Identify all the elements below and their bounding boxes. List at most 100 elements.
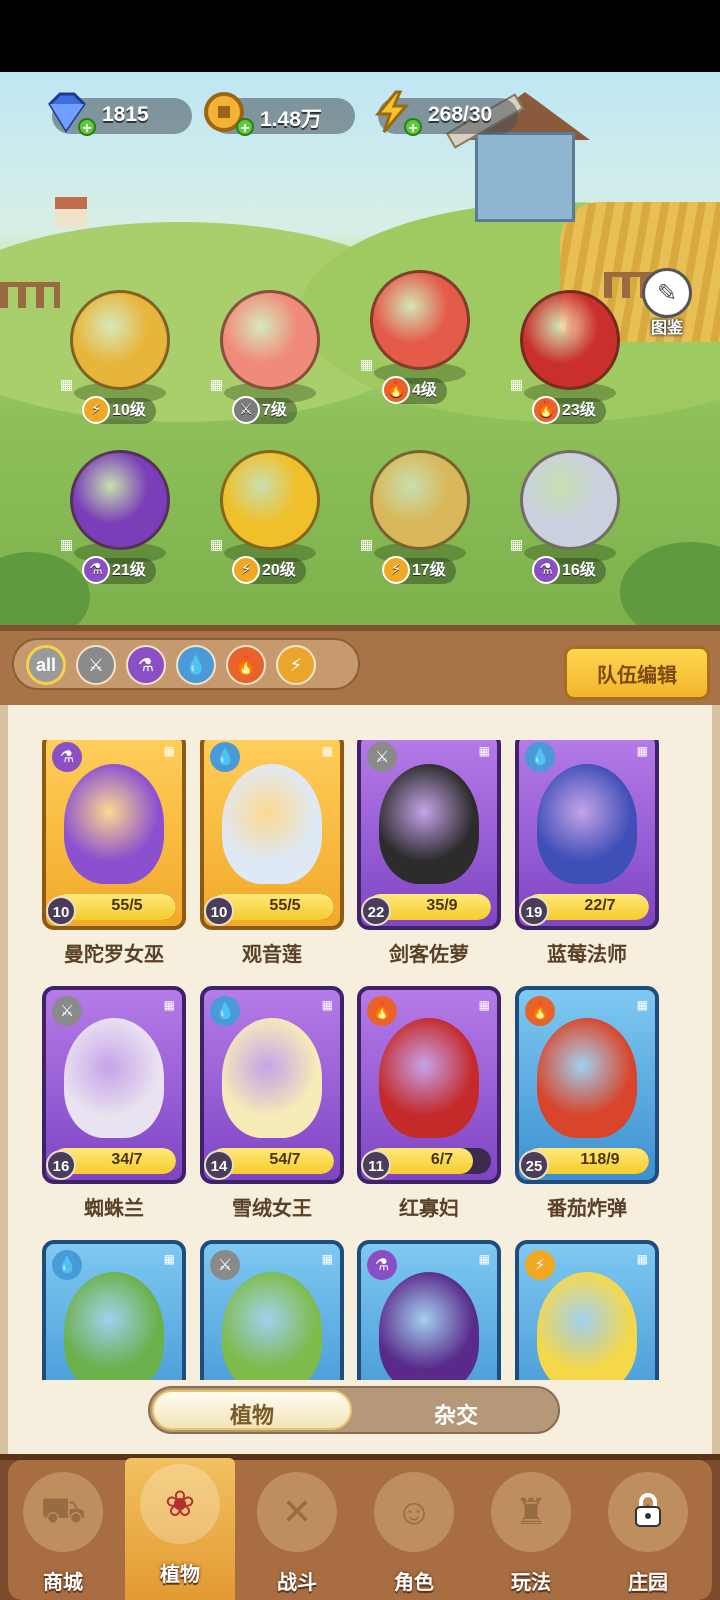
nav-plant[interactable]: ❀ 植物 bbox=[125, 1458, 235, 1600]
plant-card[interactable]: ⚗ ▦ 55/5 10 曼陀罗女巫 bbox=[42, 740, 186, 966]
card-frame: 💧 ▦ bbox=[42, 1240, 186, 1380]
card-level: 19 bbox=[519, 896, 549, 926]
water-icon: 💧 bbox=[52, 1250, 82, 1280]
add-energy-icon[interactable]: + bbox=[404, 118, 422, 137]
team-level-tag: 🔥 4级 bbox=[382, 376, 447, 404]
team-level-tag: ⚡ 17级 bbox=[382, 556, 456, 584]
grid-icon: ▦ bbox=[360, 536, 374, 552]
energy-value: 268/30 bbox=[428, 103, 493, 126]
water-drop-icon[interactable]: 💧 bbox=[176, 645, 216, 685]
grid-icon: ▦ bbox=[636, 744, 648, 758]
plant-card[interactable]: 🔥 ▦ 6/7 11 红寡妇 bbox=[357, 986, 501, 1220]
nav-label: 植物 bbox=[160, 1564, 200, 1586]
team-plant[interactable] bbox=[370, 270, 470, 370]
grid-icon: ▦ bbox=[321, 1252, 333, 1266]
plant-card-grid[interactable]: ⚗ ▦ 55/5 10 曼陀罗女巫 💧 ▦ 55/5 10 观音莲 ⚔ ▦ 35/9 22 剑客佐萝 💧 ▦ 22… bbox=[0, 740, 720, 1380]
plant-portrait bbox=[379, 1018, 479, 1138]
plant-hybrid-toggle[interactable]: 植物 杂交 bbox=[148, 1386, 560, 1434]
fire-icon: 🔥 bbox=[525, 996, 555, 1026]
nav-manor[interactable]: ⌂庄园 bbox=[593, 1466, 703, 1600]
card-name: 蓝莓法师 bbox=[547, 944, 627, 966]
sword-icon[interactable]: ⚔ bbox=[76, 645, 116, 685]
filter-all[interactable]: all bbox=[26, 645, 66, 685]
add-coin-icon[interactable]: + bbox=[236, 118, 254, 137]
plant-card[interactable]: ⚔ ▦ 34/7 16 蜘蛛兰 bbox=[42, 986, 186, 1220]
battle-icon: ✕ bbox=[257, 1472, 337, 1552]
team-plant[interactable] bbox=[520, 450, 620, 550]
nav-label: 商城 bbox=[43, 1572, 83, 1594]
card-level: 25 bbox=[519, 1150, 549, 1180]
nav-character[interactable]: ☺ 角色 bbox=[359, 1466, 469, 1600]
plant-card[interactable]: ⚔ ▦ 35/9 22 剑客佐萝 bbox=[357, 740, 501, 966]
book-icon: ✎ bbox=[642, 268, 692, 318]
coin-counter[interactable]: + 1.48万 bbox=[204, 92, 355, 137]
gem-counter[interactable]: + 1815 bbox=[48, 92, 192, 137]
team-edit-button[interactable]: 队伍编辑 bbox=[564, 646, 710, 700]
team-slot[interactable]: ▦ ⚗ 16级 bbox=[510, 450, 630, 590]
grid-icon: ▦ bbox=[60, 376, 74, 392]
toggle-hybrid-label[interactable]: 杂交 bbox=[356, 1398, 556, 1430]
card-name: 雪绒女王 bbox=[232, 1198, 312, 1220]
toggle-plant-label[interactable]: 植物 bbox=[152, 1398, 352, 1430]
team-slot[interactable]: ▦ ⚡ 20级 bbox=[210, 450, 330, 590]
codex-button[interactable]: ✎ 图鉴 bbox=[636, 268, 698, 338]
team-level-tag: ⚗ 21级 bbox=[82, 556, 156, 584]
status-bar bbox=[0, 0, 720, 72]
plant-card[interactable]: 🔥 ▦ 118/9 25 番茄炸弹 bbox=[515, 986, 659, 1220]
team-slot[interactable]: ▦ ⚗ 21级 bbox=[60, 450, 180, 590]
team-level: 10级 bbox=[112, 402, 146, 419]
team-slot[interactable]: ▦ ⚔ 7级 bbox=[210, 290, 330, 430]
team-plant[interactable] bbox=[220, 290, 320, 390]
team-plant[interactable] bbox=[70, 450, 170, 550]
nav-battle[interactable]: ✕ 战斗 bbox=[242, 1466, 352, 1600]
grid-icon: ▦ bbox=[163, 1252, 175, 1266]
card-level: 16 bbox=[46, 1150, 76, 1180]
fire-icon: 🔥 bbox=[367, 996, 397, 1026]
plant-card[interactable]: 💧 ▦ 54/7 14 雪绒女王 bbox=[200, 986, 344, 1220]
plant-card[interactable]: ⚡ ▦ bbox=[515, 1240, 659, 1380]
fire-icon[interactable]: 🔥 bbox=[226, 645, 266, 685]
team-plant[interactable] bbox=[520, 290, 620, 390]
grid-icon: ▦ bbox=[510, 536, 524, 552]
character-icon: ☺ bbox=[374, 1472, 454, 1552]
team-level: 23级 bbox=[562, 402, 596, 419]
team-plant[interactable] bbox=[70, 290, 170, 390]
plant-portrait bbox=[379, 764, 479, 884]
team-plant[interactable] bbox=[370, 450, 470, 550]
poison-icon: ⚗ bbox=[52, 742, 82, 772]
team-slot[interactable]: ▦ ⚡ 10级 bbox=[60, 290, 180, 430]
lightning-icon[interactable]: ⚡ bbox=[276, 645, 316, 685]
plant-card[interactable]: ⚔ ▦ bbox=[200, 1240, 344, 1380]
card-level: 10 bbox=[204, 896, 234, 926]
gem-value: 1815 bbox=[102, 103, 149, 126]
plant-card[interactable]: 💧 ▦ bbox=[42, 1240, 186, 1380]
team-level: 4级 bbox=[412, 382, 437, 399]
card-frame: ⚔ ▦ bbox=[200, 1240, 344, 1380]
plant-portrait bbox=[537, 1018, 637, 1138]
team-slot[interactable]: ▦ ⚡ 17级 bbox=[360, 450, 480, 590]
card-level: 11 bbox=[361, 1150, 391, 1180]
energy-counter[interactable]: + 268/30 bbox=[374, 90, 518, 137]
add-gem-icon[interactable]: + bbox=[78, 118, 96, 137]
plant-portrait bbox=[64, 764, 164, 884]
plant-card[interactable]: 💧 ▦ 22/7 19 蓝莓法师 bbox=[515, 740, 659, 966]
distant-house bbox=[55, 197, 87, 227]
nav-label: 战斗 bbox=[277, 1572, 317, 1594]
plant-portrait bbox=[64, 1018, 164, 1138]
card-progress-text: 6/7 bbox=[430, 1151, 454, 1168]
water-icon: 💧 bbox=[525, 742, 555, 772]
plant-icon: ❀ bbox=[140, 1464, 220, 1544]
team-slot[interactable]: ▦ 🔥 23级 bbox=[510, 290, 630, 430]
card-frame: 💧 ▦ 54/7 14 bbox=[200, 986, 344, 1184]
team-level: 16级 bbox=[562, 562, 596, 579]
team-plant[interactable] bbox=[220, 450, 320, 550]
plant-card[interactable]: ⚗ ▦ bbox=[357, 1240, 501, 1380]
card-progress-text: 118/9 bbox=[580, 1151, 620, 1168]
plant-portrait bbox=[222, 1018, 322, 1138]
grid-icon: ▦ bbox=[636, 998, 648, 1012]
nav-gameplay[interactable]: ♜ 玩法 bbox=[476, 1466, 586, 1600]
team-slot[interactable]: ▦ 🔥 4级 bbox=[360, 270, 480, 410]
nav-shop[interactable]: ⛟ 商城 bbox=[8, 1466, 118, 1600]
plant-card[interactable]: 💧 ▦ 55/5 10 观音莲 bbox=[200, 740, 344, 966]
poison-icon[interactable]: ⚗ bbox=[126, 645, 166, 685]
